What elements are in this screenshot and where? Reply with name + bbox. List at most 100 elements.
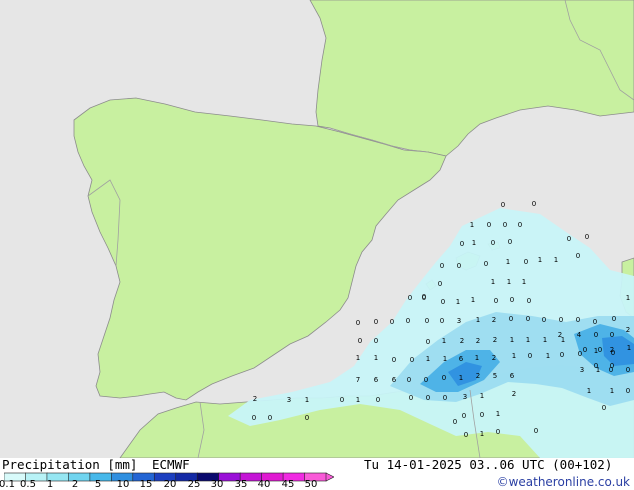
precip-value-label: 0 [567, 235, 571, 243]
precip-value-label: 1 [627, 344, 631, 352]
precip-value-label: 1 [480, 392, 484, 400]
precip-value-label: 0 [542, 316, 546, 324]
precip-value-label: 1 [442, 337, 446, 345]
precip-value-label: 0 [578, 350, 582, 358]
credit-link[interactable]: ©weatheronline.co.uk [497, 475, 630, 489]
legend-tick: 50 [304, 479, 318, 490]
precip-value-label: 0 [598, 346, 602, 354]
precip-value-label: 0 [626, 387, 630, 395]
precip-value-label: 0 [358, 337, 362, 345]
legend-tick: 15 [139, 479, 153, 490]
precip-value-label: 0 [441, 298, 445, 306]
precip-value-label: 0 [576, 316, 580, 324]
legend-tick: 2 [71, 479, 79, 490]
precip-value-label: 1 [561, 336, 565, 344]
valid-time: Tu 14-01-2025 03..06 UTC (00+102) [364, 457, 613, 472]
precip-value-label: 1 [626, 294, 630, 302]
precip-value-label: 0 [460, 240, 464, 248]
precip-value-label: 0 [501, 201, 505, 209]
legend-tick: 1 [46, 479, 54, 490]
precip-value-label: 0 [305, 414, 309, 422]
precip-value-label: 1 [538, 256, 542, 264]
precip-value-label: 0 [594, 331, 598, 339]
precip-value-label: 0 [626, 366, 630, 374]
precip-value-label: 0 [583, 346, 587, 354]
legend-tick: 20 [163, 479, 177, 490]
precip-value-label: 6 [374, 376, 379, 384]
precip-value-label: 2 [253, 395, 257, 403]
precip-value-label: 1 [610, 387, 614, 395]
precipitation-map: 0 0 1 0 0 0 0 0 0 1 0 0 0 1 1 1 0 0 0 0 0 0 1 1 1 0 0 0 0 0 0 0 0 0 1 1 0 0 0 0… [0, 0, 634, 458]
precip-value-label: 0 [443, 394, 447, 402]
precip-value-label: 0 [491, 239, 495, 247]
precip-value-label: 1 [526, 336, 530, 344]
precip-value-label: 0 [526, 315, 530, 323]
legend-tick: 0.5 [20, 479, 36, 490]
precip-value-label: 0 [440, 262, 444, 270]
precip-value-label: 1 [522, 278, 526, 286]
precip-value-label: 0 [426, 394, 430, 402]
precip-value-label: 1 [443, 355, 447, 363]
precip-value-label: 1 [356, 354, 360, 362]
precip-value-label: 3 [287, 396, 291, 404]
precip-value-label: 1 [480, 430, 484, 438]
precip-value-label: 0 [487, 221, 491, 229]
precip-value-label: 0 [438, 280, 442, 288]
precip-value-label: 6 [459, 355, 464, 363]
precip-value-label: 0 [376, 396, 380, 404]
precip-value-label: 0 [576, 252, 580, 260]
precip-value-label: 4 [577, 331, 582, 339]
precip-value-label: 6 [510, 372, 515, 380]
precip-value-label: 3 [580, 366, 584, 374]
precip-value-label: 1 [491, 278, 495, 286]
precip-value-label: 3 [463, 393, 467, 401]
precip-value-label: 0 [518, 221, 522, 229]
precip-value-label: 0 [406, 317, 410, 325]
precip-value-label: 0 [560, 351, 564, 359]
precip-value-label: 0 [503, 221, 507, 229]
model-name: ECMWF [152, 457, 190, 472]
precip-value-label: 0 [508, 238, 512, 246]
precip-value-label: 0 [424, 376, 428, 384]
precip-value-label: 1 [374, 354, 378, 362]
precip-value-label: 2 [460, 337, 464, 345]
precip-value-label: 0 [510, 296, 514, 304]
legend-tick: 40 [257, 479, 271, 490]
legend-title: Precipitation [mm] [2, 457, 138, 472]
precip-value-label: 1 [506, 258, 510, 266]
precip-value-label: 1 [426, 355, 430, 363]
precip-value-label: 0 [532, 200, 536, 208]
precip-value-label: 1 [471, 296, 475, 304]
precip-value-label: 0 [602, 404, 606, 412]
precip-value-label: 3 [457, 317, 461, 325]
legend-arrow [325, 472, 334, 482]
precip-value-label: 1 [470, 221, 474, 229]
legend-tick: 5 [94, 479, 102, 490]
precip-value-label: 0 [496, 428, 500, 436]
precip-value-label: 0 [612, 315, 616, 323]
precip-value-label: 0 [609, 366, 613, 374]
precip-value-label: 0 [593, 318, 597, 326]
precip-value-label: 1 [456, 298, 460, 306]
precip-value-label: 1 [510, 336, 514, 344]
precip-value-label: 1 [554, 256, 558, 264]
precip-value-label: 0 [480, 411, 484, 419]
precip-value-label: 0 [610, 331, 614, 339]
precip-value-label: 1 [512, 352, 516, 360]
precip-value-label: 1 [546, 352, 550, 360]
legend-tick: 10 [116, 479, 130, 490]
precip-value-label: 0 [422, 293, 426, 301]
precip-value-label: 2 [492, 316, 496, 324]
legend-tick: 0.1 [0, 479, 15, 490]
precip-value-label: 0 [585, 233, 589, 241]
precip-value-label: 2 [493, 336, 497, 344]
precip-value-label: 0 [484, 260, 488, 268]
precip-value-label: 0 [408, 294, 412, 302]
precip-value-label: 0 [392, 356, 396, 364]
precip-value-label: 7 [356, 376, 360, 384]
precip-value-label: 0 [426, 338, 430, 346]
precip-value-label: 2 [626, 326, 630, 334]
precip-value-label: 0 [374, 318, 378, 326]
precip-value-label: 2 [492, 354, 496, 362]
precip-value-label: 0 [407, 376, 411, 384]
